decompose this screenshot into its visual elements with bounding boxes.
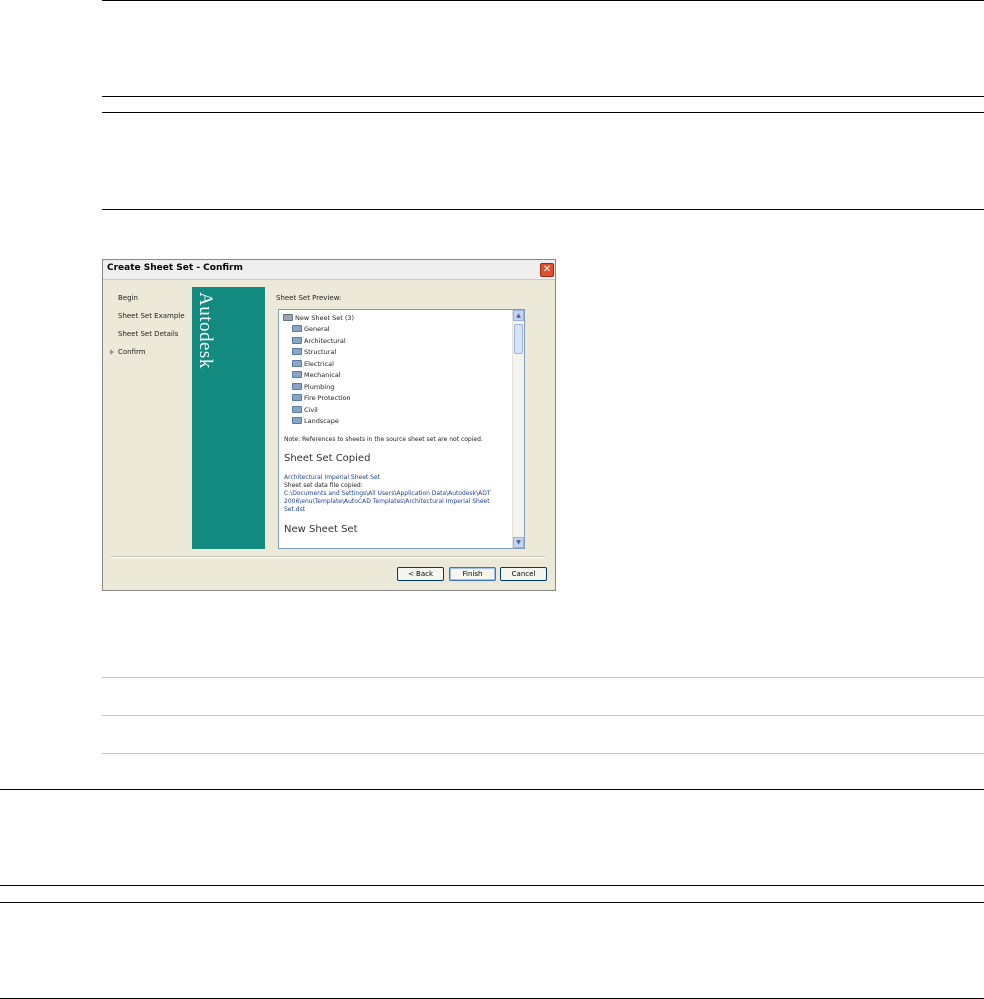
data-file-path: Set.dst — [284, 506, 306, 513]
dialog-title: Create Sheet Set - Confirm — [107, 263, 243, 273]
tree-root-label: New Sheet Set (3) — [295, 314, 355, 322]
tree-item: Architectural — [292, 336, 346, 345]
section-rule — [102, 96, 984, 97]
folder-icon — [292, 359, 302, 367]
sheet-set-icon — [283, 314, 293, 321]
close-icon[interactable]: ✕ — [540, 263, 554, 277]
data-file-label: Sheet set data file copied: — [284, 482, 363, 489]
source-sheet-set-name: Architectural Imperial Sheet Set — [284, 474, 381, 481]
create-sheet-set-dialog: Create Sheet Set - Confirm ✕ Begin Sheet… — [102, 259, 556, 591]
folder-icon — [292, 371, 302, 378]
folder-icon — [292, 405, 302, 413]
folder-icon — [292, 348, 302, 355]
tree-item: Fire Protection — [292, 394, 351, 402]
nav-item-confirm[interactable]: Confirm — [118, 348, 146, 356]
nav-item-begin[interactable]: Begin — [118, 294, 138, 302]
scroll-down-icon[interactable]: ▼ — [513, 537, 524, 548]
section-rule — [0, 902, 984, 903]
current-step-arrow-icon — [110, 349, 114, 355]
scroll-thumb[interactable] — [514, 324, 523, 354]
preview-note: Note: References to sheets in the source… — [284, 436, 483, 443]
tree-item: Landscape — [292, 417, 339, 425]
back-button[interactable]: < Back — [397, 567, 444, 581]
sheet-set-preview: New Sheet Set (3) General Architectural … — [278, 309, 525, 549]
table-rule — [102, 715, 984, 716]
table-rule — [102, 677, 984, 678]
folder-icon — [292, 336, 302, 344]
scroll-up-icon[interactable]: ▲ — [513, 310, 524, 321]
cancel-button[interactable]: Cancel — [500, 567, 547, 581]
tree-item: General — [292, 325, 330, 333]
folder-icon — [292, 382, 302, 390]
preview-scrollbar[interactable]: ▲ ▼ — [512, 310, 524, 548]
tree-item: Civil — [292, 405, 318, 414]
section-rule — [102, 112, 984, 113]
preview-label: Sheet Set Preview: — [276, 294, 342, 302]
folder-icon — [292, 394, 302, 401]
tree-item: Structural — [292, 348, 336, 356]
new-sheet-set-heading: New Sheet Set — [284, 524, 358, 535]
sheet-set-copied-heading: Sheet Set Copied — [284, 453, 371, 464]
tree-item: Mechanical — [292, 371, 341, 379]
section-rule — [0, 789, 984, 790]
data-file-path: 2006\enu\Template\AutoCAD Templates\Arch… — [284, 498, 490, 505]
tree-root: New Sheet Set (3) — [283, 314, 354, 322]
dialog-titlebar: Create Sheet Set - Confirm ✕ — [103, 260, 555, 280]
autodesk-logo: Autodesk — [195, 292, 216, 369]
nav-item-sheet-set-details[interactable]: Sheet Set Details — [118, 330, 178, 338]
table-rule — [102, 753, 984, 754]
tree-item: Plumbing — [292, 382, 334, 391]
section-rule — [102, 0, 984, 1]
section-rule — [102, 209, 984, 210]
data-file-path: C:\Documents and Settings\All Users\Appl… — [284, 490, 491, 497]
tree-item: Electrical — [292, 359, 334, 368]
finish-button[interactable]: Finish — [449, 567, 496, 581]
dialog-separator — [111, 556, 545, 558]
folder-icon — [292, 417, 302, 424]
section-rule — [0, 885, 984, 886]
nav-item-sheet-set-example[interactable]: Sheet Set Example — [118, 312, 185, 320]
folder-icon — [292, 325, 302, 332]
